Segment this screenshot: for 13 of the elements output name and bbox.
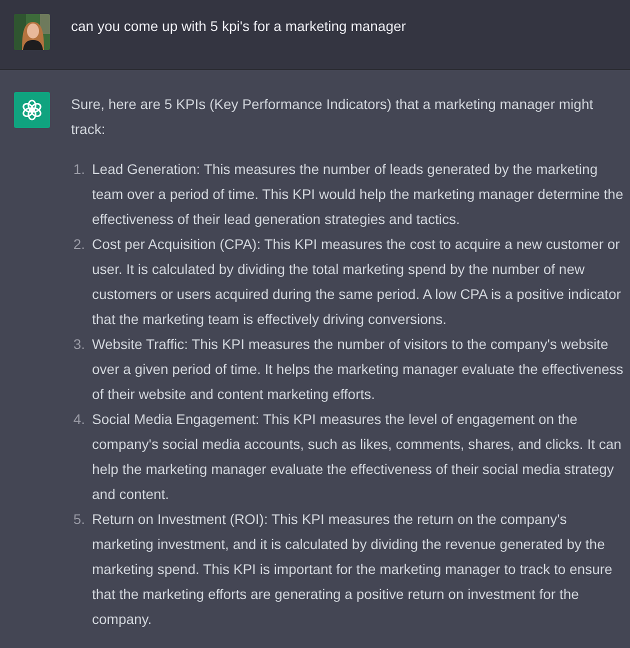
- list-number: 2.: [72, 235, 85, 254]
- kpi-item: Cost per Acquisition (CPA): This KPI measures the cost to acquire a new customer or user. It is calculated by dividing the total marketing spend by the number of new customers or users acquired during the same period. A low CPA is a positive indicator that the marketing team is effectively driving conversions.: [92, 235, 622, 329]
- assistant-logo-icon: [14, 92, 50, 128]
- list-number: 3.: [72, 335, 85, 354]
- assistant-intro: Sure, here are 5 KPIs (Key Performance Indicators) that a marketing manager might track:: [71, 95, 594, 139]
- list-number: 4.: [72, 410, 85, 429]
- kpi-item: Lead Generation: This measures the number of leads generated by the marketing team over a period of time. This KPI would help the marketing manager determine the effectiveness of their lead generation strategies and tactics.: [92, 160, 624, 229]
- user-message: can you come up with 5 kpi's for a marketing manager: [71, 17, 406, 36]
- kpi-item: Website Traffic: This KPI measures the number of visitors to the company's website over a given period of time. It helps the marketing manager evaluate the effectiveness of their website and content marketing efforts.: [92, 335, 624, 404]
- list-number: 5.: [72, 510, 85, 529]
- kpi-item: Return on Investment (ROI): This KPI measures the return on the company's marketing investment, and it is calculated by dividing the revenue generated by the marketing spend. This KPI is important for the marketing manager to track to ensure that the marketing efforts are generating a positive return on investment for the company.: [92, 510, 614, 629]
- list-number: 1.: [72, 160, 85, 179]
- kpi-item: Social Media Engagement: This KPI measures the level of engagement on the company's social media accounts, such as likes, comments, shares, and clicks. It can help the marketing manager evaluate the effectiveness of their social media strategy and content.: [92, 410, 622, 504]
